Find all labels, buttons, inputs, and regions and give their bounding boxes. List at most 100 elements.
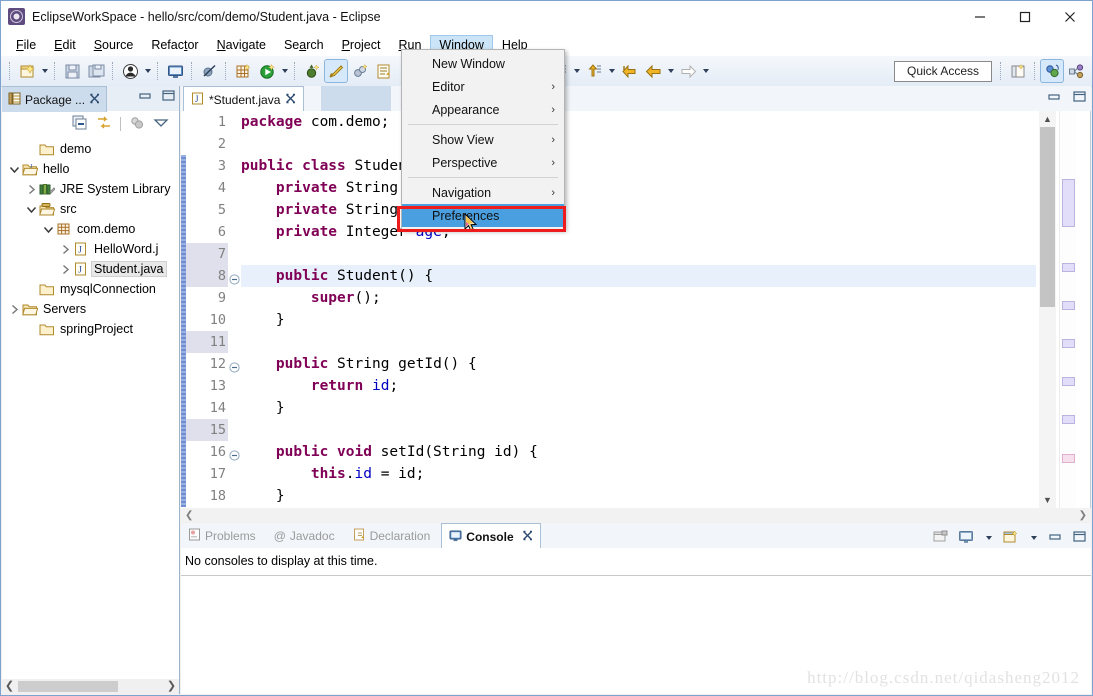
debug-icon[interactable] (301, 60, 323, 82)
menu-refactor[interactable]: Refactor (142, 35, 207, 55)
new-java-package-icon[interactable] (232, 60, 254, 82)
back-dropdown-icon[interactable] (665, 60, 676, 82)
chevron-down-icon[interactable] (25, 204, 38, 215)
code-text[interactable]: package com.demo; public class Student {… (241, 111, 1036, 508)
menu-project[interactable]: Project (333, 35, 390, 55)
code-line[interactable]: public String getId() { (241, 353, 1036, 375)
minimize-icon[interactable] (1048, 530, 1063, 546)
open-type-icon[interactable] (373, 60, 395, 82)
code-line[interactable]: return id; (241, 375, 1036, 397)
code-line[interactable] (241, 419, 1036, 441)
tab-javadoc[interactable]: @ Javadoc (267, 523, 346, 548)
menu-file[interactable]: File (7, 35, 45, 55)
tree-item-src[interactable]: src (2, 199, 179, 219)
previous-annotation-dropdown-icon[interactable] (606, 60, 617, 82)
menu-navigate[interactable]: Navigate (208, 35, 275, 55)
java-perspective-icon[interactable] (1040, 59, 1064, 83)
menu-item-preferences[interactable]: Preferences (402, 204, 564, 227)
fold-collapse-icon[interactable] (229, 270, 240, 285)
tree-item-com-demo[interactable]: com.demo (2, 219, 179, 239)
forward-dropdown-icon[interactable] (700, 60, 711, 82)
minimize-button[interactable] (957, 1, 1002, 32)
console-view-icon[interactable] (164, 60, 186, 82)
tree-item-springproject[interactable]: springProject (2, 319, 179, 339)
tree-item-servers[interactable]: Servers (2, 299, 179, 319)
java-ee-perspective-icon[interactable] (1065, 60, 1087, 82)
maximize-icon[interactable] (1072, 530, 1087, 546)
code-line[interactable]: public class Student { (241, 155, 1036, 177)
menu-item-perspective[interactable]: Perspective › (402, 151, 564, 174)
menu-item-navigation[interactable]: Navigation › (402, 181, 564, 204)
forward-icon[interactable] (677, 60, 699, 82)
tree-item-jre-system-library[interactable]: JRE System Library (2, 179, 179, 199)
tab-problems[interactable]: Problems (181, 523, 267, 548)
focus-on-active-task-icon[interactable] (129, 115, 145, 134)
tree-item-demo[interactable]: demo (2, 139, 179, 159)
overview-ruler[interactable] (1059, 111, 1076, 508)
new-wizard-dropdown-icon[interactable] (39, 60, 50, 82)
menu-item-show-view[interactable]: Show View › (402, 128, 564, 151)
tree-item-hello[interactable]: Jhello (2, 159, 179, 179)
scroll-right-icon[interactable]: ❯ (1079, 510, 1087, 521)
close-icon[interactable] (285, 93, 296, 107)
next-annotation-dropdown-icon[interactable] (571, 60, 582, 82)
last-edit-location-icon[interactable] (618, 60, 640, 82)
maximize-icon[interactable] (161, 89, 176, 105)
new-java-class-icon[interactable] (349, 60, 371, 82)
person-dropdown-icon[interactable] (142, 60, 153, 82)
tree-item-helloword-j[interactable]: J HelloWord.j (2, 239, 179, 259)
chevron-down-icon[interactable] (1028, 527, 1039, 549)
menu-edit[interactable]: Edit (45, 35, 85, 55)
open-console-icon[interactable] (1003, 529, 1019, 547)
minimize-icon[interactable] (1047, 90, 1062, 106)
new-wizard-icon[interactable] (16, 60, 38, 82)
toggle-mark-occurrences-icon[interactable] (324, 59, 348, 83)
display-selected-console-icon[interactable] (958, 530, 974, 547)
menu-item-appearance[interactable]: Appearance › (402, 98, 564, 121)
code-line[interactable]: package com.demo; (241, 111, 1036, 133)
maximize-icon[interactable] (1072, 90, 1087, 106)
package-explorer-hscrollbar[interactable]: ❮ ❯ (2, 679, 179, 694)
chevron-down-icon[interactable] (983, 527, 994, 549)
chevron-down-icon[interactable] (8, 164, 21, 175)
person-icon[interactable] (119, 60, 141, 82)
collapse-all-icon[interactable] (72, 115, 88, 134)
scroll-right-icon[interactable]: ❯ (164, 679, 179, 694)
menu-search[interactable]: Search (275, 35, 333, 55)
code-line[interactable]: private String id; (241, 177, 1036, 199)
code-line[interactable]: private String name; (241, 199, 1036, 221)
code-line[interactable] (241, 243, 1036, 265)
back-icon[interactable] (642, 60, 664, 82)
previous-annotation-icon[interactable] (583, 60, 605, 82)
code-line[interactable]: } (241, 485, 1036, 507)
chevron-right-icon[interactable] (25, 184, 38, 195)
scroll-down-icon[interactable]: ▼ (1039, 492, 1056, 508)
code-line[interactable] (241, 331, 1036, 353)
editor-vscrollbar[interactable]: ▲ ▼ (1039, 111, 1056, 508)
chevron-right-icon[interactable] (59, 264, 72, 275)
code-line[interactable]: public void setId(String id) { (241, 441, 1036, 463)
save-icon[interactable] (61, 60, 83, 82)
code-line[interactable]: public Student() { (241, 265, 1036, 287)
tree-item-mysqlconnection[interactable]: mysqlConnection (2, 279, 179, 299)
tree-item-student-java[interactable]: J Student.java (2, 259, 179, 279)
code-line[interactable]: } (241, 397, 1036, 419)
open-perspective-icon[interactable] (1007, 60, 1029, 82)
menu-item-new-window[interactable]: New Window (402, 52, 564, 75)
menu-item-editor[interactable]: Editor › (402, 75, 564, 98)
scroll-left-icon[interactable]: ❮ (2, 679, 17, 694)
skip-breakpoints-icon[interactable] (198, 60, 220, 82)
close-icon[interactable] (89, 93, 100, 107)
run-dropdown-icon[interactable] (279, 60, 290, 82)
close-button[interactable] (1047, 1, 1092, 32)
code-line[interactable]: } (241, 309, 1036, 331)
chevron-right-icon[interactable] (8, 304, 21, 315)
quick-access-input[interactable]: Quick Access (894, 60, 992, 82)
fold-collapse-icon[interactable] (229, 446, 240, 461)
code-line[interactable]: private Integer age; (241, 221, 1036, 243)
code-line[interactable] (241, 133, 1036, 155)
code-line[interactable]: this.id = id; (241, 463, 1036, 485)
pin-console-icon[interactable] (933, 530, 949, 547)
view-menu-icon[interactable] (153, 117, 169, 132)
editor-hscrollbar[interactable]: ❮ ❯ (181, 508, 1091, 522)
